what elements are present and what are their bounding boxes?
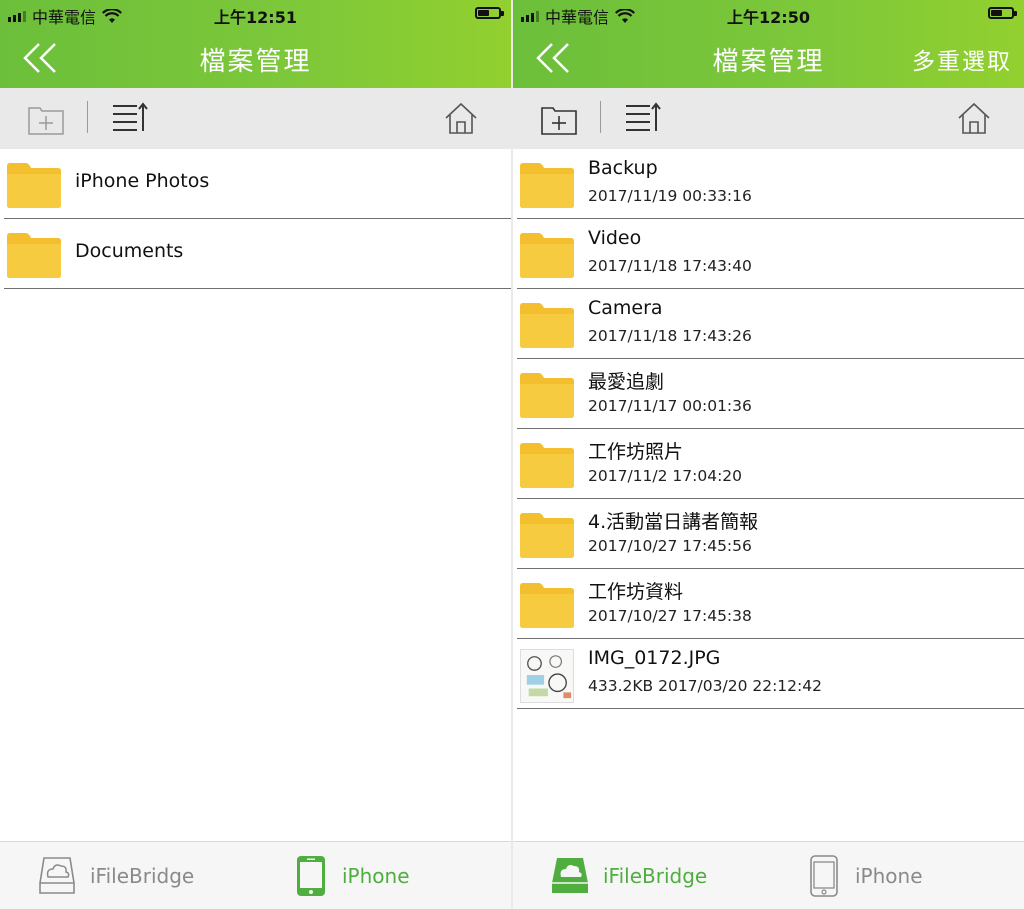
list-item[interactable]: Video 2017/11/18 17:43:40 (517, 219, 1024, 289)
home-icon[interactable] (955, 100, 993, 138)
image-thumbnail (520, 649, 574, 703)
sort-list-icon[interactable] (623, 100, 661, 138)
left-screen: 中華電信 上午12:51 檔案管理 iPhone Photos Document… (0, 0, 511, 909)
tab-label: iFileBridge (603, 864, 708, 888)
battery-icon (475, 7, 504, 19)
folder-icon (520, 233, 574, 278)
ifilebridge-drive-icon (39, 857, 75, 894)
file-list: iPhone Photos Documents (0, 149, 511, 289)
iphone-device-icon (810, 855, 838, 897)
status-bar: 中華電信 上午12:50 (513, 0, 1024, 28)
item-date: 2017/11/18 17:43:26 (588, 327, 752, 345)
nav-bar: 檔案管理 多重選取 (513, 28, 1024, 88)
toolbar (513, 88, 1024, 149)
list-item[interactable]: Documents (4, 219, 511, 289)
nav-bar: 檔案管理 (0, 28, 511, 88)
list-item[interactable]: 工作坊照片 2017/11/2 17:04:20 (517, 429, 1024, 499)
toolbar-divider (87, 101, 88, 133)
list-item[interactable]: 4.活動當日講者簡報 2017/10/27 17:45:56 (517, 499, 1024, 569)
toolbar-divider (600, 101, 601, 133)
item-date: 2017/10/27 17:45:56 (588, 537, 752, 555)
item-name: iPhone Photos (75, 170, 210, 192)
list-item[interactable]: 工作坊資料 2017/10/27 17:45:38 (517, 569, 1024, 639)
item-name: 工作坊資料 (588, 581, 684, 603)
home-icon[interactable] (442, 100, 480, 138)
item-name: Documents (75, 240, 184, 262)
item-date: 2017/11/19 00:33:16 (588, 187, 752, 205)
folder-icon (520, 583, 574, 628)
tab-bar: iFileBridge iPhone (513, 841, 1024, 909)
right-screen: 中華電信 上午12:50 檔案管理 多重選取 Backup 2017/11/19… (513, 0, 1024, 909)
tab-label: iFileBridge (90, 864, 195, 888)
tab-iphone[interactable]: iPhone (292, 842, 410, 909)
item-date: 2017/11/2 17:04:20 (588, 467, 743, 485)
item-date: 2017/11/17 00:01:36 (588, 397, 752, 415)
folder-icon (520, 513, 574, 558)
item-name: 工作坊照片 (588, 441, 684, 463)
new-folder-icon[interactable] (27, 100, 65, 138)
item-name: Backup (588, 157, 658, 179)
item-name: 最愛追劇 (588, 371, 665, 393)
tab-bar: iFileBridge iPhone (0, 841, 511, 909)
tab-ifilebridge[interactable]: iFileBridge (549, 842, 707, 909)
list-item[interactable]: IMG_0172.JPG 433.2KB 2017/03/20 22:12:42 (517, 639, 1024, 709)
item-meta: 433.2KB 2017/03/20 22:12:42 (588, 677, 822, 695)
folder-icon (520, 163, 574, 208)
tab-ifilebridge[interactable]: iFileBridge (36, 842, 194, 909)
item-name: Video (588, 227, 642, 249)
folder-icon (7, 163, 61, 208)
folder-icon (520, 373, 574, 418)
tab-label: iPhone (342, 864, 410, 888)
item-name: Camera (588, 297, 663, 319)
folder-icon (520, 443, 574, 488)
item-date: 2017/10/27 17:45:38 (588, 607, 752, 625)
item-name: 4.活動當日講者簡報 (588, 511, 759, 533)
iphone-device-icon (297, 856, 325, 896)
item-name: IMG_0172.JPG (588, 647, 721, 669)
multi-select-button[interactable]: 多重選取 (912, 42, 1012, 76)
item-date: 2017/11/18 17:43:40 (588, 257, 752, 275)
file-list: Backup 2017/11/19 00:33:16 Video 2017/11… (513, 149, 1024, 709)
folder-icon (7, 233, 61, 278)
clock: 上午12:51 (214, 8, 297, 27)
tab-label: iPhone (855, 864, 923, 888)
status-bar: 中華電信 上午12:51 (0, 0, 511, 28)
clock: 上午12:50 (727, 8, 810, 27)
new-folder-icon[interactable] (540, 100, 578, 138)
list-item[interactable]: iPhone Photos (4, 149, 511, 219)
list-item[interactable]: Camera 2017/11/18 17:43:26 (517, 289, 1024, 359)
toolbar (0, 88, 511, 149)
list-item[interactable]: Backup 2017/11/19 00:33:16 (517, 149, 1024, 219)
page-title: 檔案管理 (199, 47, 312, 77)
ifilebridge-drive-icon (552, 858, 588, 893)
folder-icon (520, 303, 574, 348)
battery-icon (988, 7, 1017, 19)
sort-list-icon[interactable] (110, 100, 148, 138)
tab-iphone[interactable]: iPhone (805, 842, 923, 909)
list-item[interactable]: 最愛追劇 2017/11/17 00:01:36 (517, 359, 1024, 429)
